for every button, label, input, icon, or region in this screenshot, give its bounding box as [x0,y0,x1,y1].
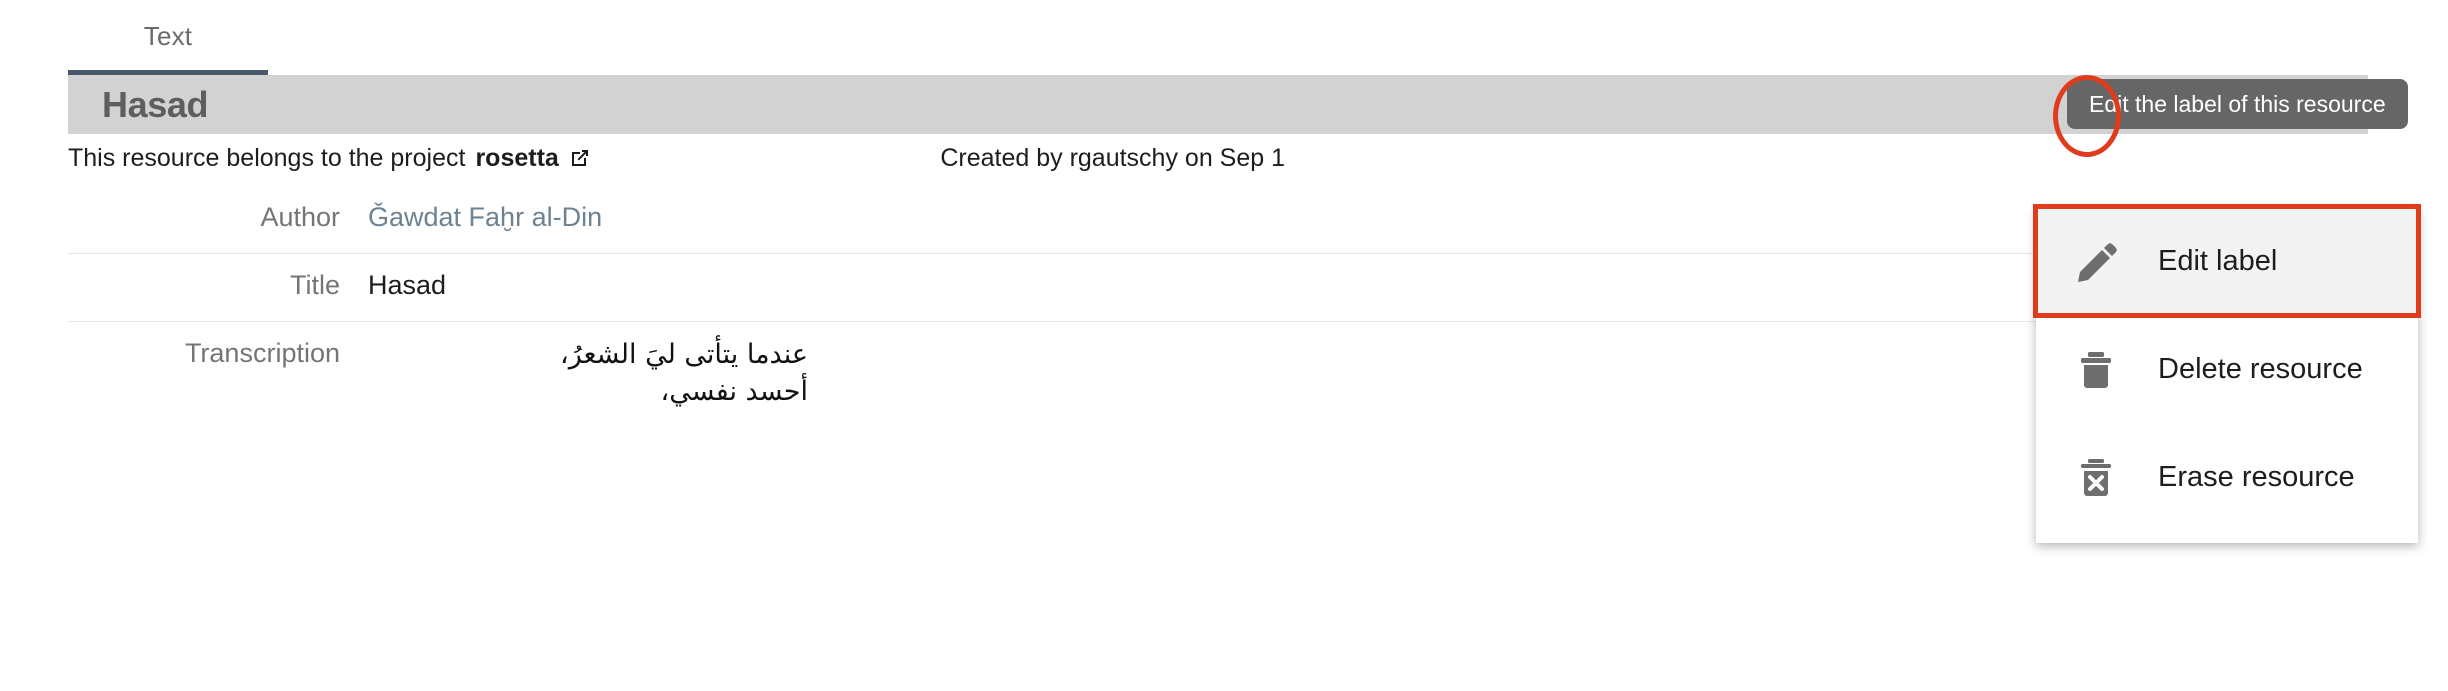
property-label-transcription: Transcription [184,338,340,368]
menu-item-label: Erase resource [2158,460,2355,493]
property-value-author[interactable]: Ǧawdat Faḫr al-Din [368,200,602,235]
trash-x-icon [2074,455,2124,499]
menu-item-label: Delete resource [2158,352,2363,385]
project-membership-text: This resource belongs to the project ros… [68,144,591,173]
project-prefix-text: This resource belongs to the project [68,143,466,172]
tab-label: Text [143,20,193,51]
tab-strip: Text [0,0,2448,75]
tab-text[interactable]: Text [68,0,268,72]
transcription-line: أحسد نفسي، [660,376,808,408]
property-label-author: Author [260,202,340,232]
property-value-title: Hasad [368,270,447,300]
transcription-line: عندما يتأتى ليَ الشعرُ، [560,339,808,370]
menu-item-erase-resource[interactable]: Erase resource [2036,423,2418,531]
open-in-new-icon[interactable] [569,147,591,169]
resource-info-row: This resource belongs to the project ros… [68,134,2368,182]
tooltip-edit-label: Edit the label of this resource [2067,79,2408,129]
property-value-transcription: عندما يتأتى ليَ الشعرُ، أحسد نفسي، [518,336,808,411]
property-row-transcription: Transcription عندما يتأتى ليَ الشعرُ، أح… [68,322,2368,411]
tooltip-text: Edit the label of this resource [2089,90,2386,117]
resource-options-menu: Edit label Delete resource Erase resourc… [2033,204,2421,543]
property-row-title: Title Hasad [68,254,2368,322]
property-row-author: Author Ǧawdat Faḫr al-Din [68,186,2368,254]
resource-viewer-page: Text Hasad Edit the label of this resour… [0,0,2448,691]
resource-properties: Author Ǧawdat Faḫr al-Din Title Hasad Tr… [68,186,2368,411]
menu-item-delete-resource[interactable]: Delete resource [2036,315,2418,423]
pencil-icon [2074,239,2124,283]
created-by-text: Created by rgautschy on Sep 1 [940,143,1285,172]
resource-title: Hasad [102,83,209,125]
property-label-title: Title [289,270,340,300]
resource-header-bar: Hasad [68,75,2368,134]
trash-icon [2074,347,2124,391]
project-name: rosetta [475,143,559,172]
menu-item-label: Edit label [2158,244,2278,277]
menu-item-edit-label[interactable]: Edit label [2033,204,2421,318]
